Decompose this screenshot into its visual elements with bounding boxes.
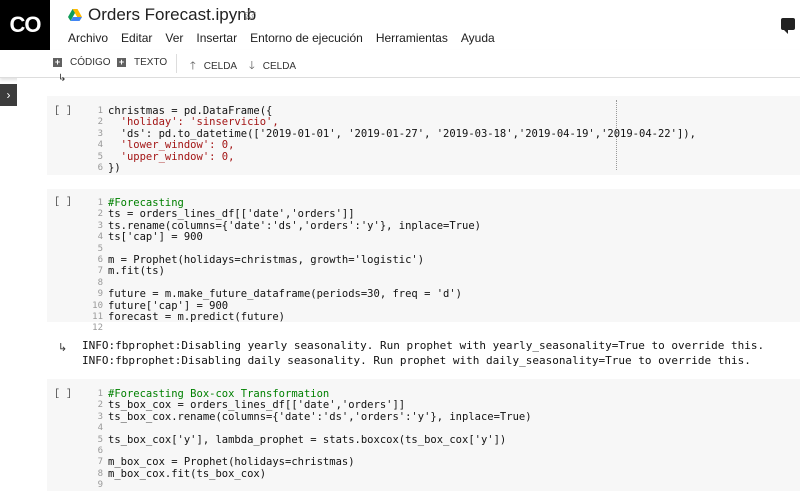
code-line: m_box_cox.fit(ts_box_cox) <box>108 467 267 480</box>
code-line: 'lower_window': 0, <box>108 139 235 152</box>
add-text-label: TEXTO <box>134 57 168 68</box>
cell-output: INFO:fbprophet:Disabling yearly seasonal… <box>82 339 765 367</box>
run-cell-button[interactable]: [ ] <box>54 197 72 208</box>
code-line: ts_box_cox.rename(columns={'date':'ds','… <box>108 410 532 423</box>
line-numbers: 1 2 3 4 5 6 7 8 9 <box>97 389 103 491</box>
code-line: future = m.make_future_dataframe(periods… <box>108 288 463 301</box>
star-icon[interactable]: ☆ <box>242 5 257 25</box>
move-cell-down-button[interactable]: 🡓 CELDA <box>249 57 296 76</box>
google-drive-icon <box>68 9 82 21</box>
toolbar-divider <box>176 54 177 73</box>
code-line: christmas = pd.DataFrame({ <box>108 105 273 117</box>
code-line: #Forecasting Box-cox Transformation <box>108 388 330 400</box>
code-line: 'holiday': 'sinservicio', <box>108 116 279 129</box>
code-line: m = Prophet(holidays=christmas, growth='… <box>108 254 425 267</box>
chevron-right-icon: › <box>6 88 11 102</box>
run-cell-button[interactable]: [ ] <box>54 106 72 117</box>
comment-icon[interactable] <box>781 18 795 34</box>
toolbar: + CÓDIGO + TEXTO 🡑 CELDA 🡓 CELDA <box>0 50 800 78</box>
line-numbers: 1 2 3 4 5 6 7 8 9 10 11 12 <box>92 198 103 334</box>
colab-logo[interactable]: CO <box>0 0 50 50</box>
app-header: CO Orders Forecast.ipynb ☆ Archivo Edita… <box>0 0 800 50</box>
code-line: ts_box_cox['y'], lambda_prophet = stats.… <box>108 433 507 446</box>
notebook-title[interactable]: Orders Forecast.ipynb <box>88 5 256 25</box>
arrow-up-icon: 🡑 <box>190 60 196 72</box>
code-line: 'ds': pd.to_datetime(['2019-01-01', '201… <box>108 127 696 140</box>
code-line: m_box_cox = Prophet(holidays=christmas) <box>108 456 355 469</box>
menu-entorno[interactable]: Entorno de ejecución <box>250 31 363 45</box>
code-line: future['cap'] = 900 <box>108 299 229 312</box>
menu-herramientas[interactable]: Herramientas <box>376 31 448 45</box>
code-line: }) <box>108 162 121 175</box>
output-icon-partial: ↳ <box>58 73 67 84</box>
code-line: ts.rename(columns={'date':'ds','orders':… <box>108 219 481 232</box>
menu-archivo[interactable]: Archivo <box>68 31 108 45</box>
code-line: ts_box_cox = orders_lines_df[['date','or… <box>108 399 406 412</box>
arrow-down-icon: 🡓 <box>249 60 255 72</box>
plus-icon: + <box>53 57 62 67</box>
code-line: ts['cap'] = 900 <box>108 231 203 244</box>
code-line: #Forecasting <box>108 197 184 209</box>
plus-icon: + <box>117 57 126 67</box>
code-editor[interactable]: christmas = pd.DataFrame({ 'holiday': 's… <box>108 105 696 175</box>
code-line: forecast = m.predict(future) <box>108 311 286 324</box>
add-code-button[interactable]: + CÓDIGO <box>53 57 111 68</box>
code-editor[interactable]: #Forecasting ts = orders_lines_df[['date… <box>108 197 481 324</box>
run-cell-button[interactable]: [ ] <box>54 389 72 400</box>
menu-ver[interactable]: Ver <box>165 31 183 45</box>
output-icon: ↳ <box>58 342 68 354</box>
logo-text: CO <box>9 12 42 37</box>
menu-ayuda[interactable]: Ayuda <box>461 31 495 45</box>
code-line: m.fit(ts) <box>108 265 165 278</box>
menu-editar[interactable]: Editar <box>121 31 152 45</box>
code-line: ts = orders_lines_df[['date','orders']] <box>108 208 355 221</box>
add-text-button[interactable]: + TEXTO <box>117 57 167 68</box>
cell-down-label: CELDA <box>262 61 297 72</box>
code-editor[interactable]: #Forecasting Box-cox Transformation ts_b… <box>108 388 532 480</box>
move-cell-up-button[interactable]: 🡑 CELDA <box>190 57 237 76</box>
sidebar-toggle[interactable]: › <box>0 84 17 106</box>
add-code-label: CÓDIGO <box>70 57 111 68</box>
line-numbers: 1 2 3 4 5 6 <box>97 106 103 174</box>
code-line: 'upper_window': 0, <box>108 150 235 163</box>
menu-insertar[interactable]: Insertar <box>196 31 237 45</box>
menu-bar: Archivo Editar Ver Insertar Entorno de e… <box>68 31 508 45</box>
cell-up-label: CELDA <box>203 61 238 72</box>
